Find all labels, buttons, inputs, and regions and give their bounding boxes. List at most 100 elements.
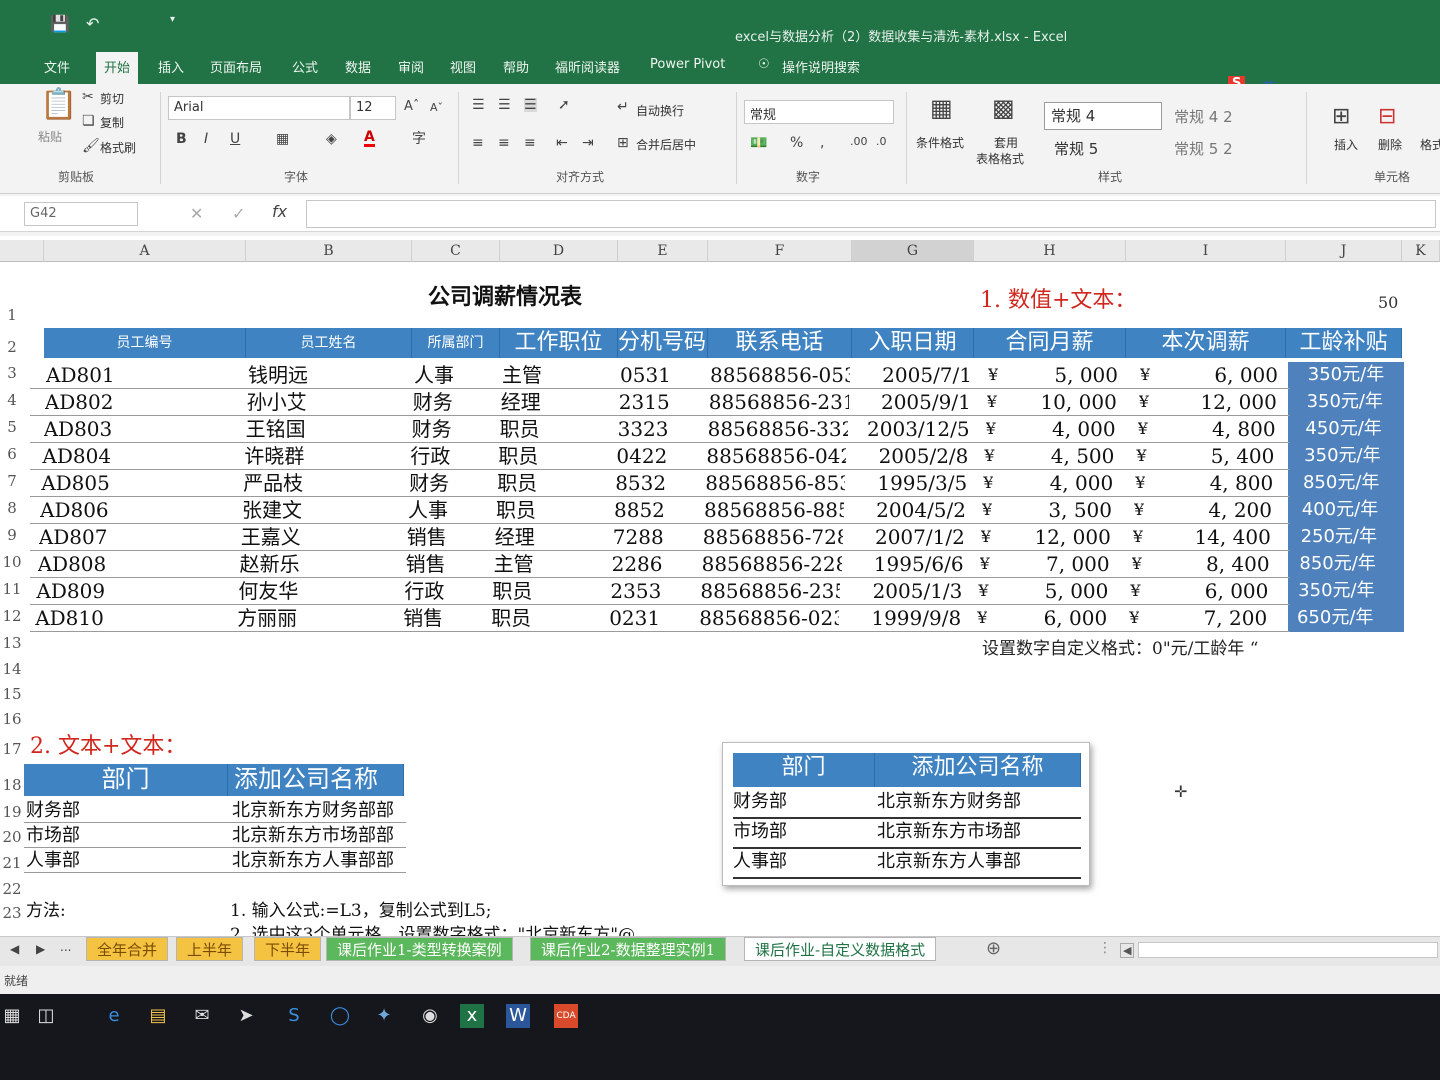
cell-extension[interactable]: 8852 (614, 497, 700, 523)
row-number[interactable]: 18 (0, 776, 24, 794)
cell-hire-date[interactable]: 2003/12/5 (852, 416, 970, 442)
align-top-icon[interactable]: ☰ (472, 98, 485, 112)
tab-review[interactable]: 审阅 (398, 57, 424, 76)
cell-department[interactable]: 人事 (414, 362, 498, 388)
row-number[interactable]: 22 (0, 880, 24, 898)
number-format-select[interactable]: 常规 (744, 100, 894, 124)
enter-icon[interactable]: ✓ (232, 206, 245, 222)
row-number[interactable]: 7 (0, 472, 24, 490)
hscroll-left-icon[interactable]: ◀ (1120, 943, 1135, 958)
tab-view[interactable]: 视图 (450, 57, 476, 76)
cell-contract-salary[interactable]: 4, 000 (971, 470, 1119, 496)
cell-seniority-allowance[interactable]: 850元/年 (1284, 551, 1392, 577)
tell-me-search[interactable]: 操作说明搜索 (782, 57, 860, 76)
app-s-icon[interactable]: S (282, 1004, 306, 1028)
row-number[interactable]: 2 (0, 338, 24, 356)
formula-input[interactable] (306, 200, 1436, 228)
font-name-select[interactable]: Arial (168, 96, 350, 120)
italic-icon[interactable]: I (204, 132, 208, 146)
col-header-c[interactable]: C (412, 240, 500, 262)
cell-hire-date[interactable]: 2005/2/8 (850, 443, 969, 469)
header-salary-adjust[interactable]: 本次调薪 (1126, 328, 1286, 358)
cell-hire-date[interactable]: 1995/6/6 (846, 551, 964, 577)
col-header-k[interactable]: K (1402, 240, 1440, 262)
floating-table-picture[interactable]: 部门 添加公司名称 财务部 北京新东方财务部 市场部 北京新东方市场部 人事部 北京新东方… (722, 742, 1090, 886)
add-sheet-icon[interactable]: ⊕ (986, 940, 1001, 958)
cell-department[interactable]: 行政 (410, 443, 494, 469)
cell-hire-date[interactable]: 1999/9/8 (843, 605, 961, 631)
cell-contract-salary[interactable]: 4, 500 (972, 443, 1120, 469)
row-number[interactable]: 5 (0, 418, 24, 436)
cell-salary-adjust[interactable]: 5, 400 (1124, 443, 1280, 469)
cell-employee-name[interactable]: 王嘉义 (241, 524, 403, 550)
cell-extension[interactable]: 7288 (613, 524, 699, 550)
sheet-tab[interactable]: 上半年 (176, 937, 244, 961)
cell-salary-adjust[interactable]: 4, 800 (1123, 470, 1279, 496)
tab-help[interactable]: 帮助 (503, 57, 529, 76)
col-header-b[interactable]: B (246, 240, 412, 262)
cell-employee-name[interactable]: 许晓群 (244, 443, 406, 469)
increase-indent-icon[interactable]: ⇥ (582, 136, 594, 150)
cut-button[interactable]: 剪切 (100, 90, 124, 107)
row-number[interactable]: 6 (0, 445, 24, 463)
cell-position[interactable]: 主管 (502, 362, 616, 388)
qq-browser-icon[interactable]: ◯ (328, 1004, 352, 1028)
sheet-tab[interactable]: 课后作业1-类型转换案例 (326, 937, 513, 961)
excel-taskbar-icon[interactable]: x (460, 1004, 484, 1028)
increase-decimal-icon[interactable]: .00 (850, 136, 868, 147)
cell-employee-id[interactable]: AD801 (46, 362, 244, 388)
align-right-icon[interactable]: ≡ (524, 136, 536, 150)
tab-file[interactable]: 文件 (44, 57, 70, 76)
scroll-tabs-right-icon[interactable]: ▶ (36, 943, 45, 955)
cell-salary-adjust[interactable]: 14, 400 (1121, 524, 1277, 550)
cancel-icon[interactable]: ✕ (190, 206, 203, 222)
name-box[interactable]: G42 (24, 202, 138, 226)
task-view-icon[interactable]: ◫ (34, 1004, 58, 1028)
cell-extension[interactable]: 3323 (618, 416, 704, 442)
sheet-tab[interactable]: 下半年 (254, 937, 322, 961)
tab-home[interactable]: 开始 (96, 52, 139, 84)
start-icon[interactable]: ▦ (0, 1004, 24, 1028)
cell-employee-name[interactable]: 严品枝 (243, 470, 405, 496)
cell-employee-id[interactable]: AD805 (41, 470, 239, 496)
cell-seniority-allowance[interactable]: 250元/年 (1285, 524, 1393, 550)
select-all-corner[interactable] (0, 240, 44, 262)
row-number[interactable]: 12 (0, 607, 24, 625)
customize-quick-access-icon[interactable]: ▾ (170, 14, 175, 25)
cell-extension[interactable]: 0231 (609, 605, 695, 631)
cell-employee-id[interactable]: AD806 (40, 497, 238, 523)
sec2-cell-company[interactable]: 北京新东方市场部部 (232, 823, 408, 849)
cell-position[interactable]: 主管 (494, 551, 608, 577)
accounting-format-icon[interactable]: 💵 (750, 136, 767, 150)
format-painter-button[interactable]: 格式刷 (100, 139, 136, 156)
conditional-format-button[interactable]: 条件格式 (916, 134, 964, 151)
cell-hire-date[interactable]: 2005/9/1 (853, 389, 971, 415)
cell-extension[interactable]: 8532 (615, 470, 701, 496)
cell-employee-name[interactable]: 孙小艾 (247, 389, 409, 415)
wrap-text-button[interactable]: 自动换行 (636, 102, 684, 119)
header-employee-name[interactable]: 员工姓名 (246, 328, 412, 358)
cell-employee-name[interactable]: 方丽丽 (237, 605, 399, 631)
cell-department[interactable]: 财务 (409, 470, 493, 496)
cell-contract-salary[interactable]: 12, 000 (969, 524, 1117, 550)
app-bird-icon[interactable]: ✦ (372, 1004, 396, 1028)
header-phone[interactable]: 联系电话 (708, 328, 852, 358)
edge-icon[interactable]: e (102, 1004, 126, 1028)
cell-j1[interactable]: 50 (1378, 290, 1398, 316)
merge-center-button[interactable]: 合并后居中 (636, 136, 696, 153)
header-employee-id[interactable]: 员工编号 (44, 328, 246, 358)
cell-employee-name[interactable]: 张建文 (242, 497, 404, 523)
cell-phone[interactable]: 88568856-2353 (700, 578, 840, 604)
cell-salary-adjust[interactable]: 6, 000 (1118, 578, 1274, 604)
header-department[interactable]: 所属部门 (412, 328, 500, 358)
sec2-cell-company[interactable]: 北京新东方财务部部 (232, 798, 408, 824)
cell-position[interactable]: 职员 (496, 497, 610, 523)
more-tabs-icon[interactable]: ... (60, 941, 71, 953)
col-header-a[interactable]: A (44, 240, 246, 262)
align-center-icon[interactable]: ≡ (498, 136, 510, 150)
cell-employee-id[interactable]: AD809 (36, 578, 234, 604)
row-number[interactable]: 1 (0, 306, 24, 324)
cell-phone[interactable]: 88568856-2315 (709, 389, 849, 415)
cell-position[interactable]: 职员 (492, 578, 606, 604)
sheet-tab[interactable]: 全年合并 (86, 937, 169, 961)
